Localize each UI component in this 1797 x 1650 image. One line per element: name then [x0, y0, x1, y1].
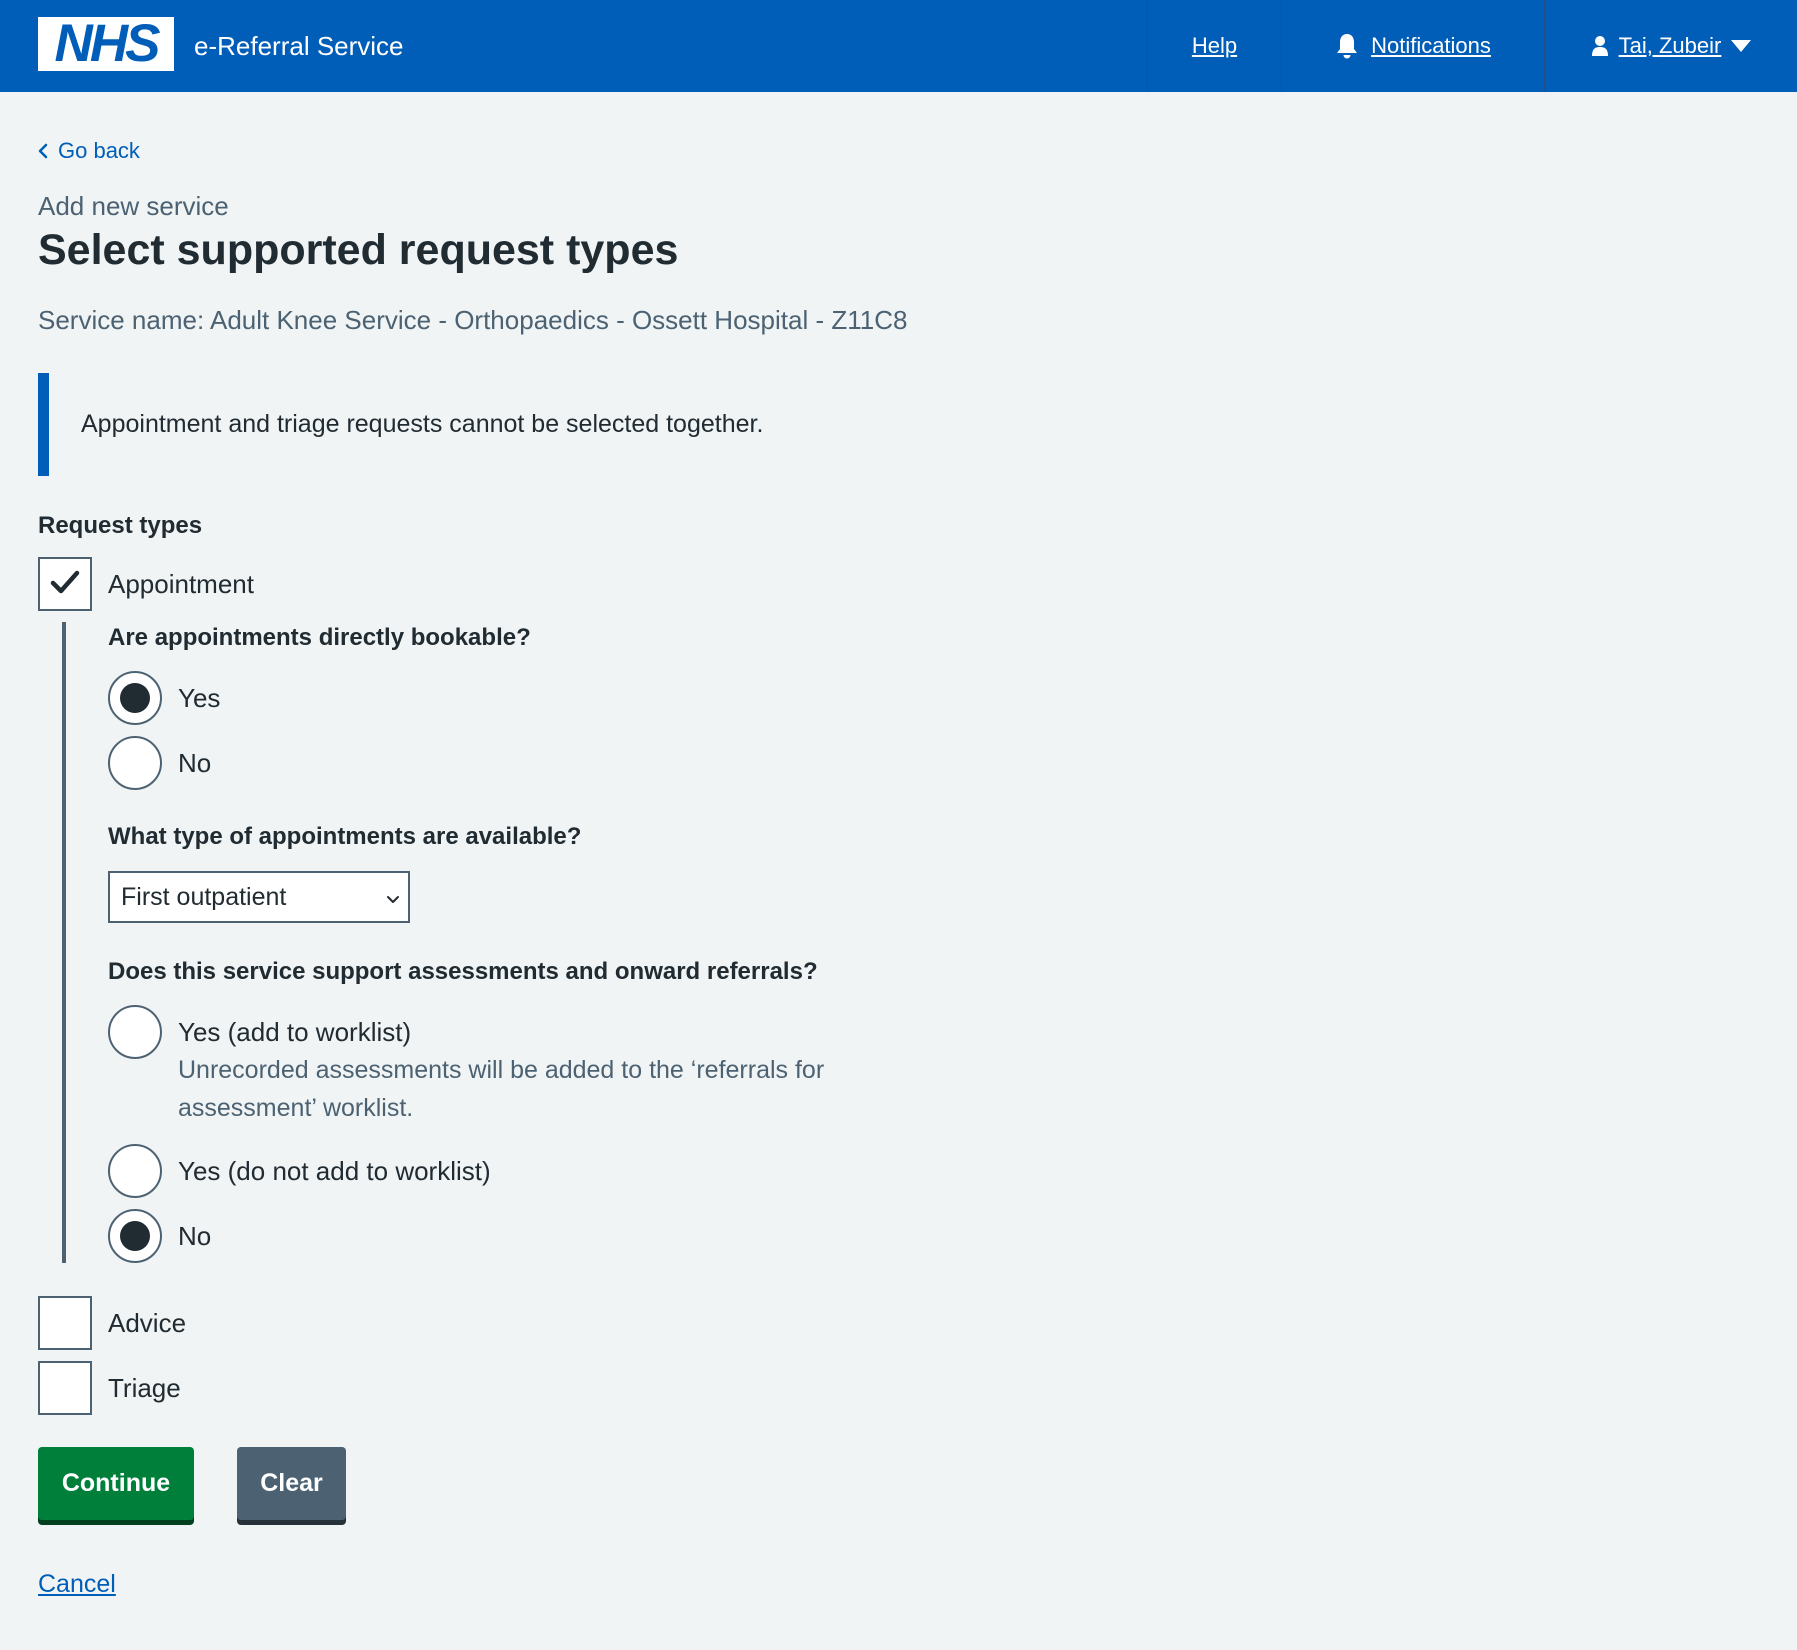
triage-checkbox[interactable] [38, 1361, 92, 1415]
advice-label: Advice [108, 1307, 187, 1338]
service-name-line: Service name: Adult Knee Service - Ortho… [38, 305, 908, 335]
assessments-question: Does this service support assessments an… [108, 958, 818, 985]
page-title: Select supported request types [38, 226, 679, 274]
appointment-checkbox-row[interactable]: Appointment [38, 557, 254, 611]
checkmark-icon [49, 568, 81, 601]
appointment-type-select[interactable]: First outpatient [108, 871, 410, 923]
request-types-legend: Request types [38, 512, 203, 539]
triage-label: Triage [108, 1372, 181, 1403]
help-link[interactable]: Help [1192, 33, 1237, 59]
site-header: NHS e-Referral Service Help Notification… [0, 0, 1797, 92]
advice-checkbox[interactable] [38, 1296, 92, 1350]
bookable-no-radio[interactable] [108, 736, 162, 790]
nhs-logo-text: NHS [54, 14, 161, 73]
assessments-yes-no-add-option[interactable]: Yes (do not add to worklist) [108, 1144, 491, 1198]
nav-item-user[interactable]: Tai, Zubeir [1544, 0, 1797, 92]
assessments-yes-no-add-radio[interactable] [108, 1144, 162, 1198]
caret-down-icon[interactable] [1731, 40, 1752, 52]
assessments-yes-no-add-label: Yes (do not add to worklist) [178, 1156, 491, 1186]
back-link[interactable]: Go back [38, 138, 140, 164]
radio-selected-dot [120, 1221, 150, 1251]
bookable-yes-radio[interactable] [108, 671, 162, 725]
chevron-down-icon [386, 883, 400, 912]
assessments-no-label: No [178, 1221, 212, 1251]
header-nav: Help Notifications Tai, Zubeir [1147, 0, 1797, 92]
bell-icon [1335, 32, 1359, 60]
inset-text-message: Appointment and triage requests cannot b… [81, 410, 764, 438]
appointment-checkbox[interactable] [38, 557, 92, 611]
radio-selected-dot [120, 683, 150, 713]
appointment-type-question: What type of appointments are available? [108, 823, 582, 850]
appointment-type-value: First outpatient [121, 882, 287, 911]
bookable-question: Are appointments directly bookable? [108, 624, 531, 651]
assessments-yes-add-radio[interactable] [108, 1005, 162, 1059]
user-menu-link[interactable]: Tai, Zubeir [1619, 33, 1722, 59]
inset-text: Appointment and triage requests cannot b… [38, 373, 918, 476]
nav-item-notifications: Notifications [1281, 0, 1544, 92]
bookable-no-option[interactable]: No [108, 736, 211, 790]
back-link-label: Go back [58, 138, 140, 163]
bookable-no-label: No [178, 748, 212, 778]
person-icon [1591, 35, 1609, 57]
clear-button[interactable]: Clear [237, 1447, 346, 1520]
advice-checkbox-row[interactable]: Advice [38, 1296, 186, 1350]
triage-checkbox-row[interactable]: Triage [38, 1361, 181, 1415]
assessments-no-option[interactable]: No [108, 1209, 211, 1263]
appointment-label: Appointment [108, 568, 254, 599]
assessments-no-radio[interactable] [108, 1209, 162, 1263]
notifications-link[interactable]: Notifications [1371, 33, 1491, 59]
service-name: e-Referral Service [194, 31, 404, 61]
bookable-yes-label: Yes [178, 683, 221, 713]
bookable-yes-option[interactable]: Yes [108, 671, 220, 725]
cancel-link[interactable]: Cancel [38, 1570, 116, 1599]
nhs-logo[interactable]: NHS [38, 17, 174, 71]
nav-item-help: Help [1147, 0, 1281, 92]
page-caption: Add new service [38, 191, 229, 221]
chevron-left-icon [38, 143, 48, 159]
assessments-yes-add-hint: Unrecorded assessments will be added to … [178, 1056, 825, 1122]
conditional-reveal-bar [62, 622, 66, 1263]
continue-button[interactable]: Continue [38, 1447, 194, 1520]
